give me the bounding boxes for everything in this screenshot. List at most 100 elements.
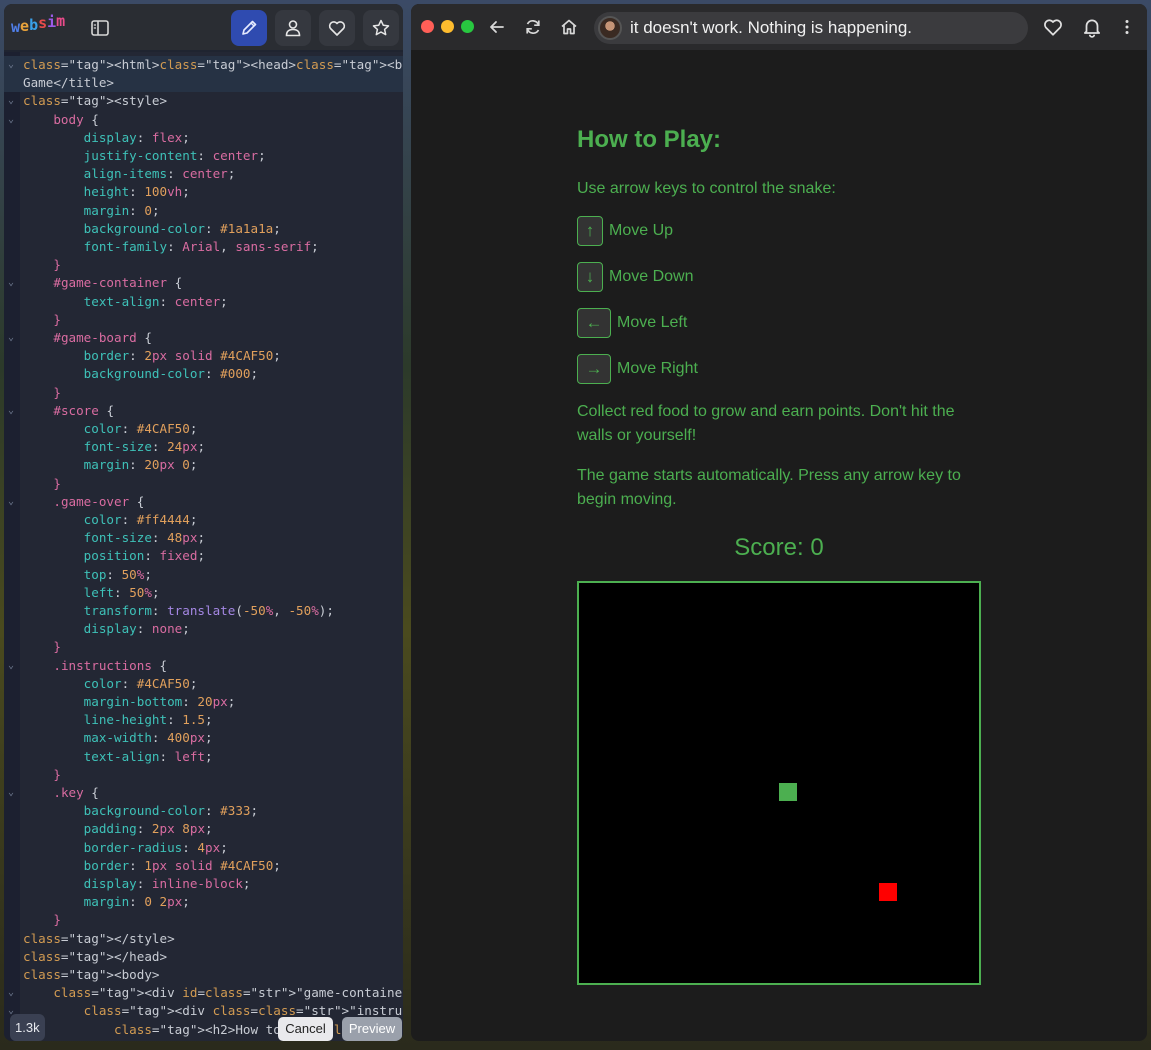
code-line[interactable]: font-family: Arial, sans-serif; — [4, 238, 403, 256]
fold-chevron-icon[interactable]: ⌄ — [8, 329, 14, 347]
code-line[interactable]: background-color: #000; — [4, 365, 403, 383]
code-line[interactable]: } — [4, 766, 403, 784]
code-line[interactable]: font-size: 24px; — [4, 438, 403, 456]
code-line[interactable]: border: 2px solid #4CAF50; — [4, 347, 403, 365]
sidebar-toggle-icon[interactable] — [90, 18, 110, 38]
code-line[interactable]: color: #4CAF50; — [4, 420, 403, 438]
code-line[interactable]: ⌄ .instructions { — [4, 657, 403, 675]
code-line[interactable]: border: 1px solid #4CAF50; — [4, 857, 403, 875]
reload-icon[interactable] — [523, 17, 543, 37]
code-line[interactable]: class="tag"></head> — [4, 948, 403, 966]
close-window-dot[interactable] — [421, 20, 434, 33]
code-line[interactable]: ⌄ class="tag"><div id=class="str">"game-… — [4, 984, 403, 1002]
browser-preview-pane: it doesn't work. Nothing is happening. H… — [411, 4, 1147, 1041]
code-text: } — [53, 384, 61, 400]
code-line[interactable]: Game</title> — [4, 74, 403, 93]
code-line[interactable]: } — [4, 638, 403, 656]
code-line[interactable]: align-items: center; — [4, 165, 403, 183]
code-line[interactable]: ⌄ #score { — [4, 402, 403, 420]
code-line[interactable]: text-align: left; — [4, 748, 403, 766]
code-text: body { — [53, 111, 99, 127]
code-text: background-color: #333; — [83, 803, 259, 819]
code-line[interactable]: text-align: center; — [4, 293, 403, 311]
bell-icon[interactable] — [1081, 16, 1103, 38]
code-line[interactable]: position: fixed; — [4, 547, 403, 565]
code-text: .key { — [53, 785, 99, 800]
code-line[interactable]: font-size: 48px; — [4, 529, 403, 547]
code-line[interactable]: top: 50%; — [4, 566, 403, 584]
code-line[interactable]: ⌄ body { — [4, 111, 403, 129]
code-line[interactable]: background-color: #333; — [4, 802, 403, 820]
code-line[interactable]: class="tag"><body> — [4, 966, 403, 984]
code-text: border-radius: 4px; — [83, 839, 228, 855]
code-line[interactable]: height: 100vh; — [4, 183, 403, 201]
maximize-window-dot[interactable] — [461, 20, 474, 33]
logo-letter: s — [38, 14, 48, 32]
code-line[interactable]: margin-bottom: 20px; — [4, 693, 403, 711]
code-line[interactable]: } — [4, 911, 403, 929]
code-line[interactable]: color: #4CAF50; — [4, 675, 403, 693]
favorite-button[interactable] — [363, 10, 399, 46]
code-text: margin: 0; — [83, 202, 160, 218]
browser-toolbar: it doesn't work. Nothing is happening. — [411, 4, 1147, 50]
minimize-window-dot[interactable] — [441, 20, 454, 33]
arrow-right-key: → — [577, 354, 611, 384]
profile-button[interactable] — [275, 10, 311, 46]
code-line[interactable]: color: #ff4444; — [4, 511, 403, 529]
code-line[interactable]: justify-content: center; — [4, 147, 403, 165]
code-line[interactable]: margin: 0; — [4, 202, 403, 220]
fold-chevron-icon[interactable]: ⌄ — [8, 111, 14, 129]
back-arrow-icon[interactable] — [487, 17, 507, 37]
like-button[interactable] — [319, 10, 355, 46]
code-line[interactable]: display: flex; — [4, 129, 403, 147]
heart-icon[interactable] — [1042, 16, 1064, 38]
code-line[interactable]: background-color: #1a1a1a; — [4, 220, 403, 238]
code-line[interactable]: ⌄ .key { — [4, 784, 403, 802]
code-line[interactable]: ⌄ #game-board { — [4, 329, 403, 347]
avatar[interactable] — [598, 16, 622, 40]
game-board[interactable] — [577, 581, 981, 985]
preview-button[interactable]: Preview — [342, 1017, 402, 1041]
code-line[interactable]: ⌄ .game-over { — [4, 493, 403, 511]
home-icon[interactable] — [559, 17, 579, 37]
websim-logo[interactable]: websim — [11, 12, 65, 36]
code-line[interactable]: } — [4, 256, 403, 274]
fold-chevron-icon[interactable]: ⌄ — [8, 784, 14, 802]
fold-chevron-icon[interactable]: ⌄ — [8, 92, 14, 110]
code-line[interactable]: border-radius: 4px; — [4, 839, 403, 857]
key-label-left: Move Left — [617, 314, 688, 331]
fold-chevron-icon[interactable]: ⌄ — [8, 984, 14, 1002]
fold-chevron-icon[interactable]: ⌄ — [8, 56, 14, 74]
code-line[interactable]: ⌄ class="tag"><html>class="tag"><head>cla… — [4, 56, 403, 75]
fold-chevron-icon[interactable]: ⌄ — [8, 657, 14, 675]
fold-chevron-icon[interactable]: ⌄ — [8, 493, 14, 511]
code-text: align-items: center; — [83, 166, 236, 182]
code-line[interactable]: display: inline-block; — [4, 875, 403, 893]
code-text: class="tag"><body> — [23, 967, 160, 982]
code-line[interactable]: display: none; — [4, 620, 403, 638]
code-text: justify-content: center; — [83, 148, 266, 163]
code-line[interactable]: left: 50%; — [4, 584, 403, 602]
code-editor[interactable]: ⌄ class="tag"><html>class="tag"><head>cla… — [4, 52, 403, 1041]
page-content: How to Play: Use arrow keys to control t… — [411, 50, 1147, 1041]
code-line[interactable]: ⌄ #game-container { — [4, 274, 403, 292]
code-line[interactable]: } — [4, 311, 403, 329]
code-line[interactable]: padding: 2px 8px; — [4, 820, 403, 838]
code-line[interactable]: class="tag"></style> — [4, 930, 403, 948]
fold-chevron-icon[interactable]: ⌄ — [8, 274, 14, 292]
fold-chevron-icon[interactable]: ⌄ — [8, 402, 14, 420]
code-line[interactable]: line-height: 1.5; — [4, 711, 403, 729]
code-line[interactable]: transform: translate(-50%, -50%); — [4, 602, 403, 620]
address-bar[interactable]: it doesn't work. Nothing is happening. — [594, 12, 1028, 44]
cancel-button[interactable]: Cancel — [278, 1017, 333, 1041]
more-options-icon[interactable] — [1117, 17, 1137, 37]
code-line[interactable]: } — [4, 384, 403, 402]
code-line[interactable]: max-width: 400px; — [4, 729, 403, 747]
logo-letter: e — [20, 17, 30, 35]
code-text: font-family: Arial, sans-serif; — [83, 239, 319, 254]
code-line[interactable]: margin: 0 2px; — [4, 893, 403, 911]
code-line[interactable]: ⌄ class="tag"><style> — [4, 92, 403, 110]
code-line[interactable]: margin: 20px 0; — [4, 456, 403, 474]
code-line[interactable]: } — [4, 475, 403, 493]
edit-button[interactable] — [231, 10, 267, 46]
